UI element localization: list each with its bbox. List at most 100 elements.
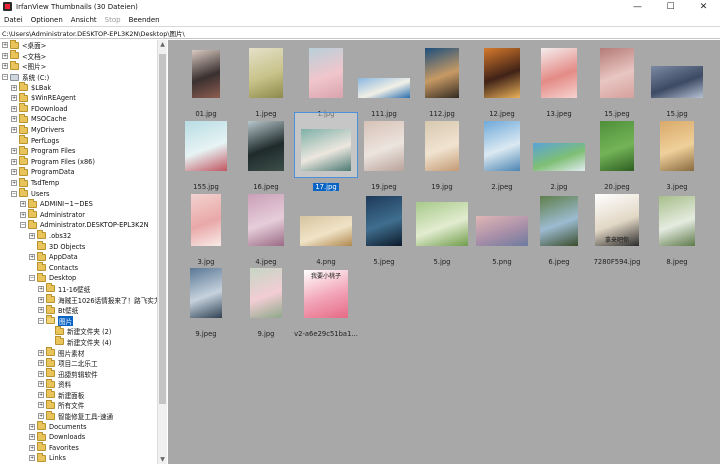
thumbnail-image[interactable] (416, 202, 468, 246)
thumbnail-image[interactable] (533, 143, 585, 171)
expand-toggle-icon[interactable]: + (2, 63, 8, 70)
menu-optionen[interactable]: Optionen (27, 16, 67, 24)
expand-toggle-icon[interactable] (11, 138, 17, 144)
tree-item[interactable]: − Desktop (0, 272, 166, 284)
thumbnail-image[interactable] (364, 121, 404, 171)
thumbnail-item[interactable]: 111.jpg (354, 42, 414, 118)
thumbnail-item[interactable]: 19.jpg (412, 115, 472, 191)
tree-item[interactable]: +11-16壁纸 (0, 283, 166, 295)
expand-toggle-icon[interactable]: + (38, 296, 44, 303)
thumbnail-item[interactable]: 6.jpeg (529, 190, 589, 266)
expand-toggle-icon[interactable]: + (11, 116, 17, 123)
tree-scrollbar[interactable]: ▲ ▼ (157, 40, 167, 464)
expand-toggle-icon[interactable]: + (11, 169, 17, 176)
tree-item[interactable]: + Downloads (0, 431, 166, 443)
expand-toggle-icon[interactable] (47, 339, 53, 345)
tree-item[interactable]: + 资料 (0, 378, 166, 390)
thumbnail-image[interactable] (600, 48, 634, 98)
thumbnail-item[interactable]: 1.jpeg (236, 42, 296, 118)
thumbnail-item[interactable]: 我要小桃子 v2-a6e29c51ba1... (294, 262, 358, 338)
expand-toggle-icon[interactable]: + (11, 84, 17, 91)
thumbnail-image[interactable]: 拿来吧你 (595, 194, 639, 246)
thumbnail-item[interactable]: 16.jpeg (236, 115, 296, 191)
scroll-up-arrow-icon[interactable]: ▲ (158, 40, 167, 49)
tree-item[interactable]: + FDownload (0, 103, 166, 115)
thumbnail-item[interactable]: 13.jpeg (529, 42, 589, 118)
tree-item[interactable]: Contacts (0, 262, 166, 273)
expand-toggle-icon[interactable]: + (20, 201, 26, 208)
thumbnail-item[interactable]: 3.jpeg (647, 115, 707, 191)
tree-item[interactable]: + $WinREAgent (0, 92, 166, 104)
thumbnail-item[interactable]: 5.jpg (412, 190, 472, 266)
thumbnail-image[interactable] (192, 50, 220, 98)
tree-item[interactable]: + <图片> (0, 60, 166, 72)
thumbnail-item[interactable]: 2.jpg (529, 115, 589, 191)
expand-toggle-icon[interactable]: + (38, 391, 44, 398)
thumbnail-image[interactable] (651, 66, 703, 98)
tree-item[interactable]: + .obs32 (0, 230, 166, 242)
thumbnail-image[interactable] (600, 121, 634, 171)
thumbnail-item[interactable]: 155.jpg (176, 115, 236, 191)
thumbnail-item[interactable]: 9.jpg (236, 262, 296, 338)
thumbnail-item[interactable]: 5.jpeg (354, 190, 414, 266)
thumbnail-item[interactable]: 15.jpg (647, 42, 707, 118)
thumbnail-item[interactable]: 12.jpeg (472, 42, 532, 118)
thumbnail-image[interactable] (190, 268, 222, 318)
tree-item[interactable]: + ProgramData (0, 166, 166, 178)
expand-toggle-icon[interactable]: + (38, 307, 44, 314)
thumbnail-image[interactable] (659, 196, 695, 246)
thumbnail-image[interactable] (300, 216, 352, 246)
expand-toggle-icon[interactable]: + (38, 413, 44, 420)
tree-item[interactable]: + TsdTemp (0, 177, 166, 189)
thumbnail-item[interactable]: 19.jpeg (354, 115, 414, 191)
thumbnail-item[interactable]: 4.png (296, 190, 356, 266)
path-bar[interactable]: C:\Users\Administrator.DESKTOP-EPL3K2N\D… (0, 26, 720, 39)
thumbnail-item[interactable]: 17.jpg (294, 112, 358, 191)
tree-item[interactable]: + <文档> (0, 50, 166, 62)
tree-item[interactable]: 新建文件夹 (4) (0, 336, 166, 348)
expand-toggle-icon[interactable]: + (11, 95, 17, 102)
expand-toggle-icon[interactable]: + (38, 285, 44, 292)
tree-item[interactable]: + 新建面板 (0, 389, 166, 401)
thumbnail-image[interactable] (425, 121, 459, 171)
expand-toggle-icon[interactable]: + (29, 423, 35, 430)
thumbnail-item[interactable]: 8.jpeg (647, 190, 707, 266)
expand-toggle-icon[interactable] (47, 328, 53, 334)
thumbnail-image[interactable] (540, 196, 578, 246)
thumbnail-item[interactable]: 2.jpeg (472, 115, 532, 191)
menu-ansicht[interactable]: Ansicht (67, 16, 101, 24)
expand-toggle-icon[interactable]: + (20, 211, 26, 218)
expand-toggle-icon[interactable]: + (38, 370, 44, 377)
thumbnail-image[interactable] (660, 121, 694, 171)
close-button[interactable]: ✕ (687, 0, 720, 13)
tree-item[interactable]: + 迅捷剪辑软件 (0, 368, 166, 379)
thumbnail-image[interactable] (249, 48, 283, 98)
collapse-toggle-icon[interactable]: − (2, 74, 8, 81)
maximize-button[interactable]: ☐ (654, 0, 687, 13)
tree-item[interactable]: + Favorites (0, 442, 166, 454)
scroll-down-arrow-icon[interactable]: ▼ (158, 455, 167, 464)
thumbnail-item[interactable]: 3.jpg (176, 190, 236, 266)
tree-item[interactable]: + 智能修复工具-速通 (0, 410, 166, 422)
thumbnail-item[interactable]: 01.jpg (176, 42, 236, 118)
expand-toggle-icon[interactable]: + (11, 158, 17, 165)
thumbnail-image[interactable] (191, 194, 221, 246)
tree-item[interactable]: + 海贼王1026话情报来了！路飞实力 (0, 294, 166, 305)
thumbnail-image[interactable] (301, 129, 351, 171)
thumbnail-item[interactable]: 拿来吧你 7280F594.jpg (587, 190, 647, 266)
expand-toggle-icon[interactable]: + (29, 455, 35, 462)
tree-item[interactable]: + Links (0, 452, 166, 464)
expand-toggle-icon[interactable]: + (29, 434, 35, 441)
expand-toggle-icon[interactable]: + (38, 349, 44, 356)
thumbnail-image[interactable] (541, 48, 577, 98)
tree-item[interactable]: − Users (0, 188, 166, 199)
expand-toggle-icon[interactable]: + (2, 52, 8, 59)
tree-item[interactable]: + ADMINI~1~DES (0, 198, 166, 210)
expand-toggle-icon[interactable]: + (29, 232, 35, 239)
thumbnail-item[interactable]: 9.jpeg (176, 262, 236, 338)
thumbnail-image[interactable] (366, 196, 402, 246)
tree-item[interactable]: − 图片 (0, 315, 166, 326)
tree-item[interactable]: + Bt壁纸 (0, 304, 166, 316)
scrollbar-thumb[interactable] (159, 54, 166, 404)
thumbnail-image[interactable] (248, 121, 284, 171)
